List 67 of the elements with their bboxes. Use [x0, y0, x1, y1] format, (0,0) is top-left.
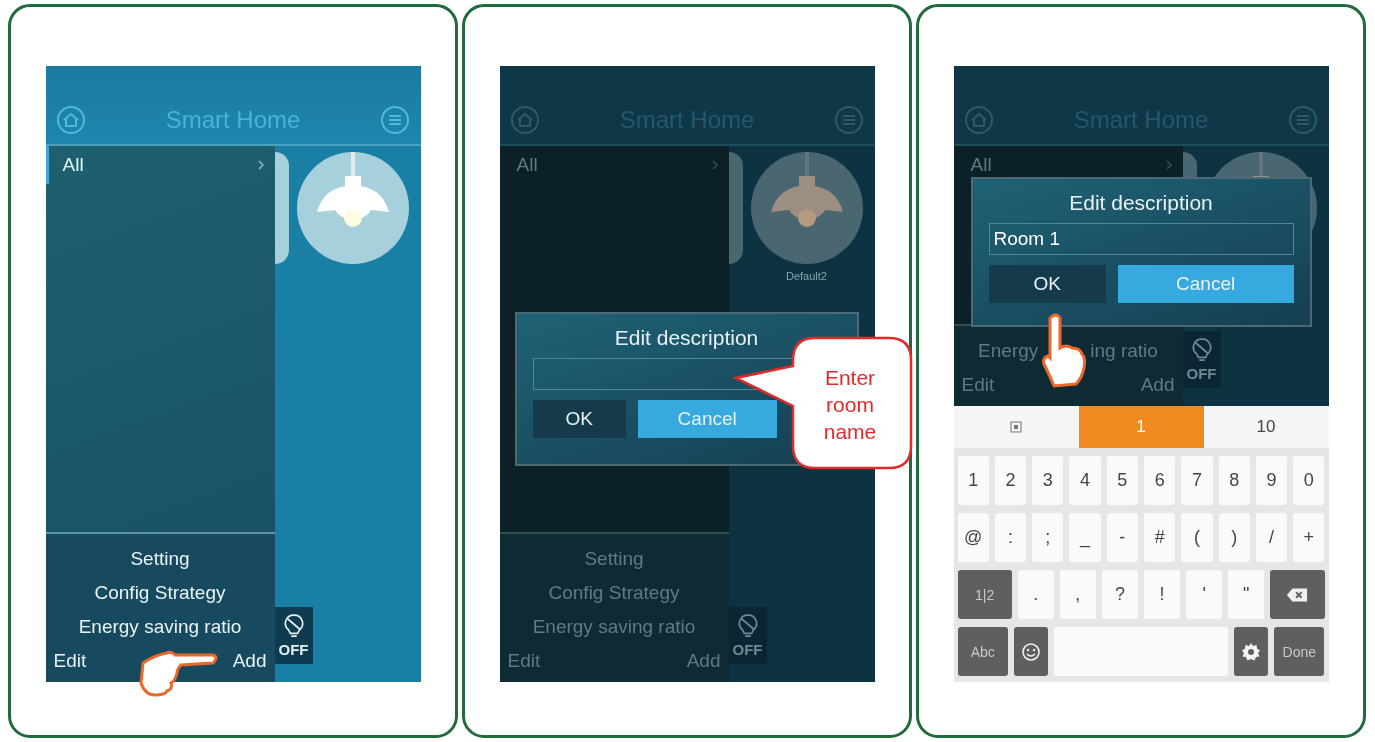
keyboard-key[interactable]: )	[1218, 513, 1250, 562]
keyboard-key[interactable]: 7	[1181, 456, 1213, 505]
keyboard-key[interactable]	[1270, 570, 1325, 619]
menu-item[interactable]: Energy saving ratio	[78, 610, 242, 644]
square-icon	[1010, 421, 1022, 433]
menu-icon[interactable]	[834, 105, 865, 135]
keyboard-key[interactable]: -	[1106, 513, 1138, 562]
keyboard-key[interactable]: 1	[957, 456, 989, 505]
callout-text: Enter room name	[822, 365, 878, 445]
off-label: OFF	[278, 641, 309, 658]
chevron-icon	[1164, 159, 1173, 171]
keyboard-key[interactable]: ?	[1101, 570, 1138, 619]
keyboard-key[interactable]: :	[994, 513, 1027, 562]
device-label: Default2	[786, 270, 827, 282]
keyboard-key[interactable]: (	[1181, 513, 1213, 562]
keyboard-key[interactable]	[1234, 627, 1269, 676]
edit-link[interactable]: Edit	[53, 644, 87, 678]
ok-button[interactable]: OK	[532, 400, 626, 438]
menu-item[interactable]: Config Strategy	[94, 576, 226, 610]
keyboard-key[interactable]: 0	[1293, 456, 1325, 505]
device-tile[interactable]: OFF	[1182, 331, 1221, 388]
drawer-item[interactable]: All	[953, 146, 1183, 184]
keyboard-key[interactable]: 5	[1106, 456, 1138, 505]
off-label: OFF	[732, 641, 763, 658]
keyboard-key[interactable]: ;	[1032, 513, 1064, 562]
home-icon[interactable]	[963, 105, 994, 135]
device-tile[interactable]: OFF	[274, 607, 313, 664]
keyboard-key[interactable]: /	[1255, 513, 1288, 562]
drawer-item[interactable]: All	[499, 146, 729, 184]
settings-icon	[1240, 641, 1263, 662]
device-tile[interactable]: OFF	[728, 607, 767, 664]
lamp-drawing[interactable]	[750, 152, 863, 264]
keyboard-key[interactable]: "	[1228, 570, 1265, 619]
off-label: OFF	[1186, 365, 1217, 382]
keyboard-key[interactable]: 6	[1144, 456, 1176, 505]
keyboard-key[interactable]: '	[1186, 570, 1223, 619]
keyboard-key[interactable]	[1013, 627, 1048, 676]
keyboard-key[interactable]: #	[1144, 513, 1176, 562]
keyboard-key[interactable]: 3	[1032, 456, 1064, 505]
keyboard-key[interactable]: +	[1293, 513, 1325, 562]
keyboard-key[interactable]: 9	[1255, 456, 1288, 505]
menu-icon[interactable]	[1288, 105, 1319, 135]
suggestion-item[interactable]: 10	[1203, 406, 1329, 448]
keyboard-key[interactable]: _	[1069, 513, 1101, 562]
ok-button[interactable]: OK	[988, 265, 1106, 303]
add-link[interactable]: Add	[232, 644, 267, 678]
dialog-title: Edit description	[613, 326, 760, 350]
keyboard-key[interactable]: Abc	[957, 627, 1008, 676]
home-icon[interactable]	[509, 105, 540, 135]
keyboard-key[interactable]: 8	[1218, 456, 1250, 505]
home-icon[interactable]	[55, 105, 86, 135]
menu-item[interactable]: Setting	[130, 542, 190, 576]
emoji-icon	[1019, 641, 1042, 662]
keyboard-key[interactable]: Done	[1274, 627, 1325, 676]
description-input[interactable]: Room 1	[988, 223, 1294, 255]
dialog-title: Edit description	[1068, 191, 1214, 215]
keyboard-key[interactable]: .	[1017, 570, 1054, 619]
keyboard-key[interactable]: !	[1144, 570, 1181, 619]
keyboard-key[interactable]: 4	[1069, 456, 1101, 505]
keyboard-key[interactable]: 2	[994, 456, 1027, 505]
menu-icon[interactable]	[380, 105, 411, 135]
keyboard-key[interactable]: 1|2	[957, 570, 1012, 619]
keyboard-key[interactable]: ,	[1059, 570, 1096, 619]
lamp-drawing[interactable]	[296, 152, 409, 264]
keyboard-key[interactable]: @	[957, 513, 989, 562]
chevron-icon	[256, 159, 265, 171]
chevron-icon	[710, 159, 719, 171]
